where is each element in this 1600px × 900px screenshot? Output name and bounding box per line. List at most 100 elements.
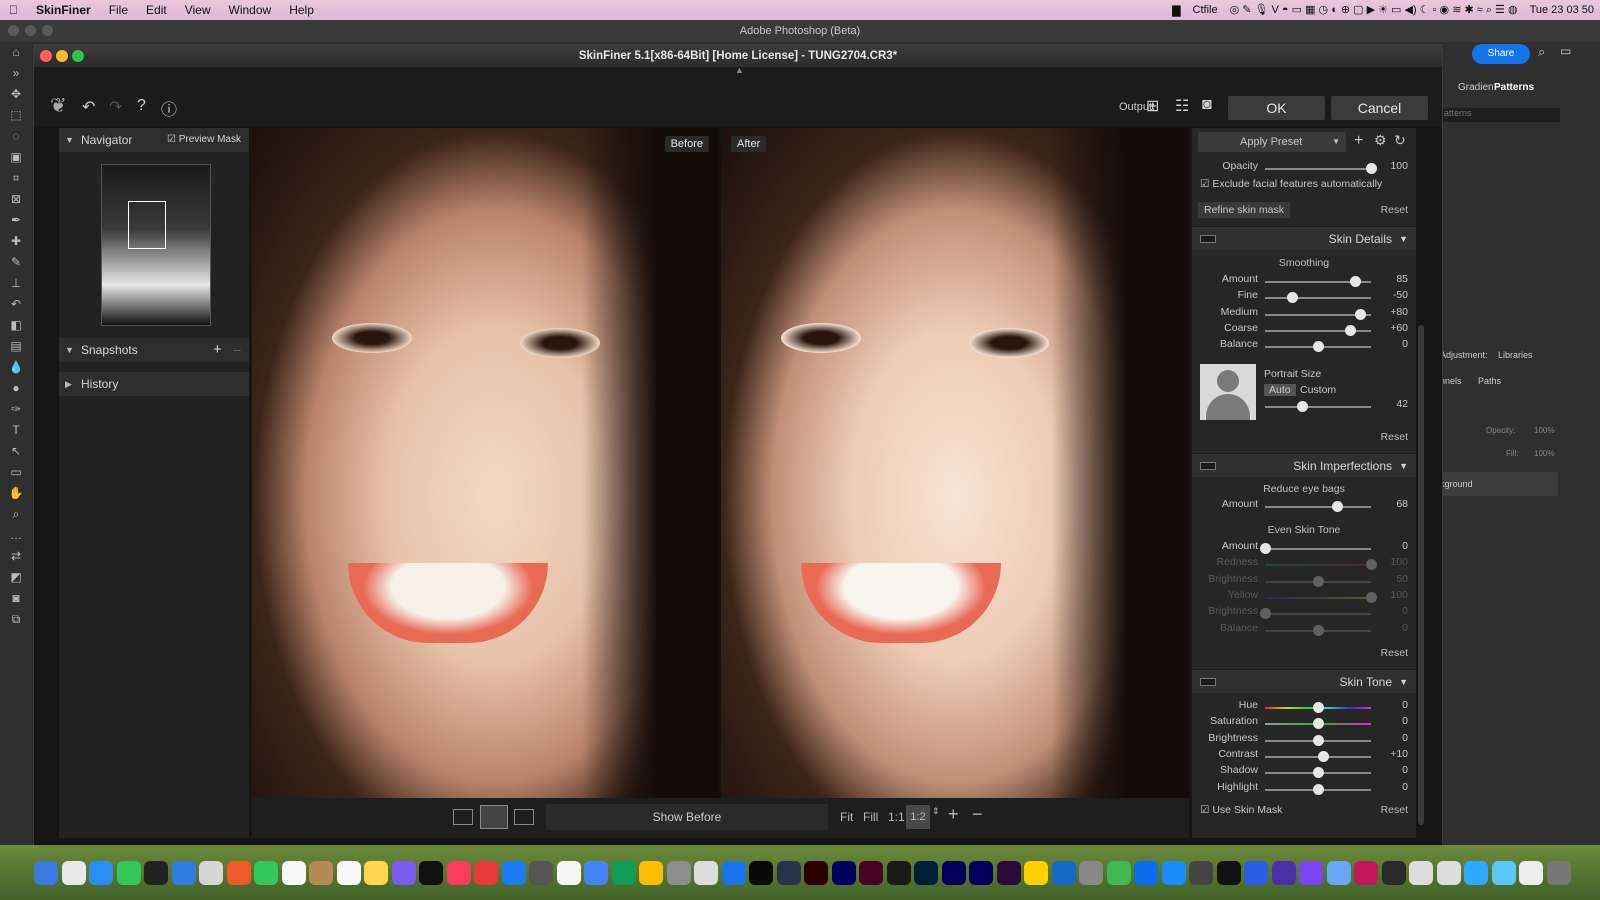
dock-app-icon[interactable] [776, 860, 801, 885]
move-tool-icon[interactable]: ✥ [0, 84, 32, 105]
dock-app-icon[interactable] [199, 860, 223, 885]
stamp-tool-icon[interactable]: ⊥ [0, 273, 32, 294]
dock-app-icon[interactable] [1409, 860, 1433, 885]
tab-paths[interactable]: Paths [1478, 376, 1501, 386]
zoom-button[interactable] [72, 50, 84, 62]
type-tool-icon[interactable]: T [0, 420, 32, 441]
pen-tool-icon[interactable]: ✑ [0, 399, 32, 420]
slider-value[interactable]: 0 [1380, 338, 1408, 350]
dock-app-icon[interactable] [996, 860, 1021, 885]
menu-help[interactable]: Help [280, 3, 323, 17]
image-preview-area[interactable]: Before After [252, 128, 1189, 798]
menu-file[interactable]: File [100, 3, 137, 17]
frame-tool-icon[interactable]: ⊠ [0, 189, 32, 210]
dock-app-icon[interactable] [309, 860, 333, 885]
slider-value[interactable]: 50 [1380, 573, 1408, 585]
dock-app-icon[interactable] [529, 860, 553, 885]
dock-app-icon[interactable] [556, 860, 581, 885]
slider-value[interactable]: -50 [1380, 289, 1408, 301]
dock-app-icon[interactable] [336, 860, 361, 885]
zoom-stepper-icon[interactable]: ⇕ [932, 806, 940, 817]
undo-icon[interactable]: ↶ [82, 97, 95, 117]
color-swatches-icon[interactable]: ◩ [0, 567, 32, 588]
refine-skin-mask-button[interactable]: Refine skin mask [1198, 202, 1290, 218]
eye-bags-value[interactable]: 68 [1380, 498, 1408, 510]
dock-app-icon[interactable] [501, 860, 526, 885]
skin-tone-header[interactable]: Skin Tone ▼ [1192, 669, 1416, 693]
skin-details-header[interactable]: Skin Details ▼ [1192, 226, 1416, 250]
dock-app-icon[interactable] [474, 860, 498, 885]
slider-value[interactable]: 100 [1380, 589, 1408, 601]
ps-min-dot[interactable] [25, 25, 36, 36]
dock-app-icon[interactable] [1271, 860, 1296, 885]
reset-button[interactable]: Reset [1381, 804, 1408, 816]
dock-app-icon[interactable] [1244, 860, 1268, 885]
dock-app-icon[interactable] [1519, 860, 1543, 885]
slider-knob[interactable] [1313, 702, 1324, 713]
blur-tool-icon[interactable]: 💧 [0, 357, 32, 378]
dock-app-icon[interactable] [969, 860, 993, 885]
layer-fill-value[interactable]: 100% [1534, 449, 1554, 458]
dock-app-icon[interactable] [34, 860, 58, 885]
slider-track[interactable] [1265, 297, 1371, 300]
section-toggle[interactable] [1200, 462, 1216, 470]
slider-knob[interactable] [1313, 624, 1324, 636]
tab-channels[interactable]: nnels [1440, 376, 1462, 386]
zoom-in-icon[interactable]: + [948, 804, 959, 825]
portrait-size-knob[interactable] [1297, 401, 1309, 412]
zoom-1-1-button[interactable]: 1:1 [888, 810, 905, 824]
dock-app-icon[interactable] [89, 860, 113, 885]
dock-app-icon[interactable] [1299, 860, 1323, 885]
history-brush-icon[interactable]: ↶ [0, 294, 32, 315]
dock-app-icon[interactable] [1134, 860, 1158, 885]
menu-edit[interactable]: Edit [137, 3, 176, 17]
eye-bags-knob[interactable] [1332, 501, 1344, 512]
healing-brush-icon[interactable]: ✚ [0, 231, 32, 252]
info-icon[interactable]: ⓘ [161, 96, 177, 120]
tab-gradients[interactable]: Gradien [1458, 82, 1494, 93]
slider-knob[interactable] [1313, 767, 1324, 779]
remove-snapshot-icon[interactable]: − [233, 338, 241, 362]
slider-value[interactable]: 0 [1380, 699, 1408, 711]
collapse-icon[interactable]: » [0, 63, 32, 84]
output-settings-icon[interactable]: ☷ [1175, 96, 1189, 116]
slider-value[interactable]: +10 [1380, 748, 1408, 760]
slider-knob[interactable] [1318, 750, 1330, 762]
reset-button[interactable]: Reset [1381, 647, 1408, 659]
slider-value[interactable]: 0 [1380, 732, 1408, 744]
dock-app-icon[interactable] [61, 860, 86, 885]
slider-track[interactable] [1265, 548, 1371, 550]
dock-app-icon[interactable] [1326, 860, 1351, 885]
status-app-label[interactable]: Ctfile [1187, 4, 1224, 16]
dock-app-icon[interactable] [1216, 860, 1241, 885]
navigator-view-rectangle[interactable] [128, 201, 166, 249]
dock-app-icon[interactable] [666, 860, 691, 885]
menu-window[interactable]: Window [220, 3, 281, 17]
slider-knob[interactable] [1313, 575, 1324, 587]
dock-app-icon[interactable] [171, 860, 196, 885]
eyedropper-icon[interactable]: ✒ [0, 210, 32, 231]
portrait-size-slider[interactable] [1265, 406, 1371, 408]
ps-close-dot[interactable] [8, 25, 19, 36]
search-icon[interactable]: ⌕ [1538, 44, 1545, 60]
close-button[interactable] [40, 50, 52, 62]
menu-app-name[interactable]: SkinFiner [27, 3, 100, 17]
auto-toggle[interactable]: Auto [1264, 384, 1296, 396]
tab-adjustments[interactable]: Adjustment: [1440, 350, 1488, 360]
slider-knob[interactable] [1313, 718, 1324, 730]
dock-app-icon[interactable] [831, 860, 856, 885]
zoom-out-icon[interactable]: − [972, 804, 983, 825]
path-select-icon[interactable]: ↖ [0, 441, 32, 462]
cancel-button[interactable]: Cancel [1331, 96, 1428, 120]
dock-app-icon[interactable] [1079, 860, 1103, 885]
section-toggle[interactable] [1200, 678, 1216, 686]
slider-value[interactable]: +80 [1380, 306, 1408, 318]
opacity-slider[interactable] [1265, 168, 1371, 170]
slider-value[interactable]: 0 [1380, 715, 1408, 727]
slider-knob[interactable] [1313, 341, 1324, 353]
slider-value[interactable]: 100 [1380, 556, 1408, 568]
slider-knob[interactable] [1286, 292, 1298, 304]
slider-track[interactable] [1265, 596, 1371, 599]
dock-app-icon[interactable] [1546, 860, 1571, 885]
fit-button[interactable]: Fit [840, 810, 853, 824]
